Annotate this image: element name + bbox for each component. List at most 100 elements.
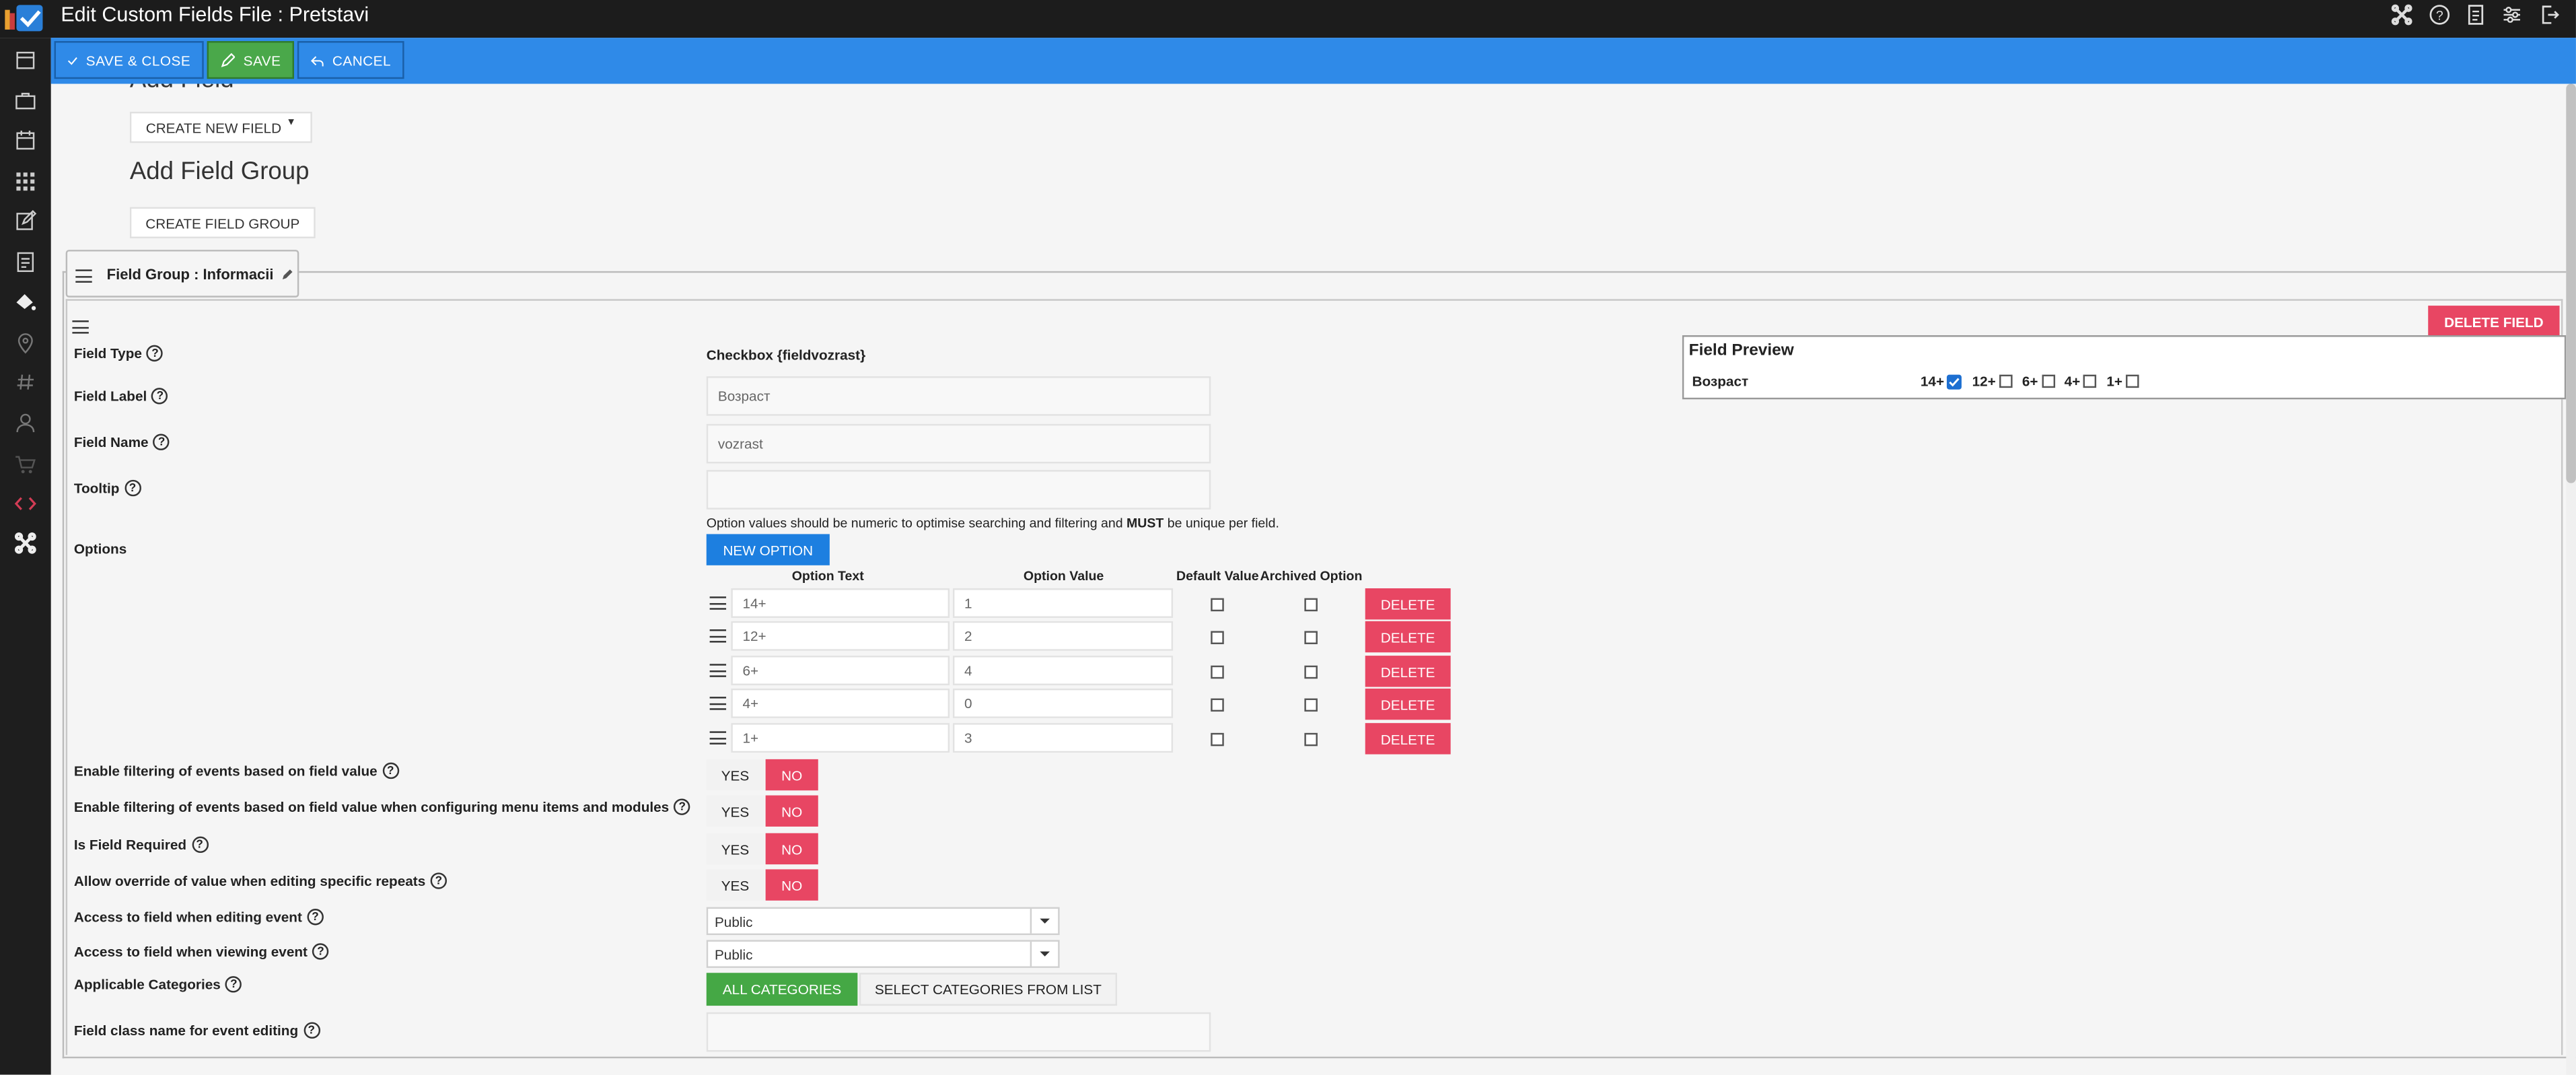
default-value-checkbox[interactable] (1211, 665, 1224, 679)
tooltip-input[interactable] (706, 470, 1211, 510)
default-value-checkbox[interactable] (1211, 698, 1224, 712)
option-value-input[interactable]: 0 (952, 688, 1174, 718)
scrollbar-track[interactable] (2566, 83, 2576, 1075)
code-icon[interactable] (13, 491, 38, 516)
archived-option-checkbox[interactable] (1304, 732, 1318, 747)
option-text-input[interactable]: 1+ (731, 723, 950, 753)
options-note: Option values should be numeric to optim… (707, 516, 1279, 531)
help-icon[interactable]: ? (382, 762, 399, 779)
drag-handle-icon[interactable] (709, 697, 727, 710)
cancel-button[interactable]: CANCEL (297, 41, 404, 79)
select-categories-button[interactable]: SELECT CATEGORIES FROM LIST (859, 973, 1118, 1006)
delete-option-button[interactable]: DELETE (1365, 688, 1451, 720)
joomla-icon[interactable] (2390, 3, 2413, 26)
field-drag-handle-icon[interactable] (72, 320, 89, 334)
field-name-input[interactable]: vozrast (706, 423, 1211, 464)
save-button[interactable]: SAVE (207, 41, 294, 79)
option-text-input[interactable]: 4+ (731, 688, 950, 718)
no-button[interactable]: NO (765, 759, 818, 791)
preview-checkbox[interactable] (2125, 374, 2139, 388)
yes-button[interactable]: YES (706, 833, 764, 865)
field-group-tab[interactable]: Field Group : Informacii (65, 250, 299, 298)
help-icon[interactable]: ? (307, 909, 324, 926)
logout-icon[interactable] (2538, 3, 2561, 26)
map-pin-icon[interactable] (13, 331, 38, 355)
help-icon[interactable]: ? (303, 1022, 320, 1039)
help-icon[interactable]: ? (430, 872, 447, 889)
grid-icon[interactable] (13, 169, 38, 194)
drag-handle-icon[interactable] (75, 269, 92, 283)
file-icon[interactable] (13, 250, 38, 275)
help-icon[interactable]: ? (312, 943, 329, 960)
default-value-checkbox[interactable] (1211, 631, 1224, 644)
all-categories-button[interactable]: ALL CATEGORIES (706, 973, 858, 1006)
drag-handle-icon[interactable] (709, 731, 727, 744)
delete-option-button[interactable]: DELETE (1365, 656, 1451, 687)
no-button[interactable]: NO (765, 795, 818, 827)
field-label-input[interactable]: Возраст (706, 376, 1211, 416)
drag-handle-icon[interactable] (709, 629, 727, 643)
option-value-input[interactable]: 3 (952, 723, 1174, 753)
option-value-input[interactable]: 1 (952, 588, 1174, 618)
preview-checkbox-checked[interactable] (1947, 374, 1962, 389)
option-text-input[interactable]: 12+ (731, 621, 950, 651)
help-icon[interactable]: ? (151, 388, 169, 405)
default-value-checkbox[interactable] (1211, 598, 1224, 612)
hash-icon[interactable] (13, 370, 38, 394)
yes-button[interactable]: YES (706, 759, 764, 791)
yes-button[interactable]: YES (706, 795, 764, 827)
briefcase-icon[interactable] (13, 89, 38, 114)
help-icon[interactable]: ? (674, 798, 690, 815)
no-button[interactable]: NO (765, 869, 818, 901)
access-view-select[interactable]: Public (706, 940, 1060, 968)
drag-handle-icon[interactable] (709, 664, 727, 677)
option-value-input[interactable]: 4 (952, 656, 1174, 686)
save-close-button[interactable]: SAVE & CLOSE (54, 41, 204, 79)
options-label: Options (73, 541, 127, 557)
archived-option-checkbox[interactable] (1304, 631, 1318, 644)
delete-option-button[interactable]: DELETE (1365, 588, 1451, 620)
sliders-icon[interactable] (2501, 3, 2524, 26)
archived-option-checkbox[interactable] (1304, 665, 1318, 679)
create-new-field-button[interactable]: CREATE NEW FIELD ▼ (129, 112, 312, 143)
preview-checkbox[interactable] (2041, 374, 2054, 388)
edit-icon[interactable] (13, 209, 38, 234)
help-icon[interactable]: ? (147, 345, 164, 362)
classname-input[interactable] (706, 1012, 1211, 1052)
option-text-input[interactable]: 14+ (731, 588, 950, 618)
user-icon[interactable] (13, 411, 38, 436)
chevron-down-icon[interactable] (1030, 941, 1059, 967)
create-field-group-button[interactable]: CREATE FIELD GROUP (129, 207, 316, 238)
no-button[interactable]: NO (765, 833, 818, 865)
access-edit-select[interactable]: Public (706, 907, 1060, 936)
delete-field-button[interactable]: DELETE FIELD (2428, 306, 2560, 337)
help-icon[interactable]: ? (124, 479, 141, 497)
field-type-label: Field Type? (74, 345, 164, 362)
help-icon[interactable]: ? (2428, 3, 2451, 26)
archived-option-checkbox[interactable] (1304, 598, 1318, 612)
option-text-input[interactable]: 6+ (731, 656, 950, 686)
new-option-button[interactable]: NEW OPTION (706, 534, 830, 565)
delete-option-button[interactable]: DELETE (1365, 723, 1451, 755)
option-value-input[interactable]: 2 (952, 621, 1174, 651)
help-icon[interactable]: ? (225, 976, 242, 993)
title-bar: Edit Custom Fields File : Pretstavi ? (0, 0, 2576, 38)
joomla-icon[interactable] (13, 531, 38, 556)
document-icon[interactable] (2464, 3, 2487, 26)
yes-button[interactable]: YES (706, 869, 764, 901)
pencil-icon[interactable] (281, 268, 294, 281)
cart-icon[interactable] (13, 452, 38, 477)
paint-bucket-icon[interactable] (13, 289, 38, 314)
scrollbar-thumb[interactable] (2566, 83, 2576, 483)
help-icon[interactable]: ? (153, 434, 170, 450)
drag-handle-icon[interactable] (709, 596, 727, 610)
chevron-down-icon[interactable] (1030, 909, 1059, 934)
default-value-checkbox[interactable] (1211, 732, 1224, 747)
archived-option-checkbox[interactable] (1304, 698, 1318, 712)
preview-checkbox[interactable] (1999, 374, 2013, 388)
help-icon[interactable]: ? (191, 836, 208, 854)
preview-checkbox[interactable] (2083, 374, 2097, 388)
calendar-icon[interactable] (13, 48, 38, 73)
calendar-alt-icon[interactable] (13, 128, 38, 153)
delete-option-button[interactable]: DELETE (1365, 621, 1451, 653)
